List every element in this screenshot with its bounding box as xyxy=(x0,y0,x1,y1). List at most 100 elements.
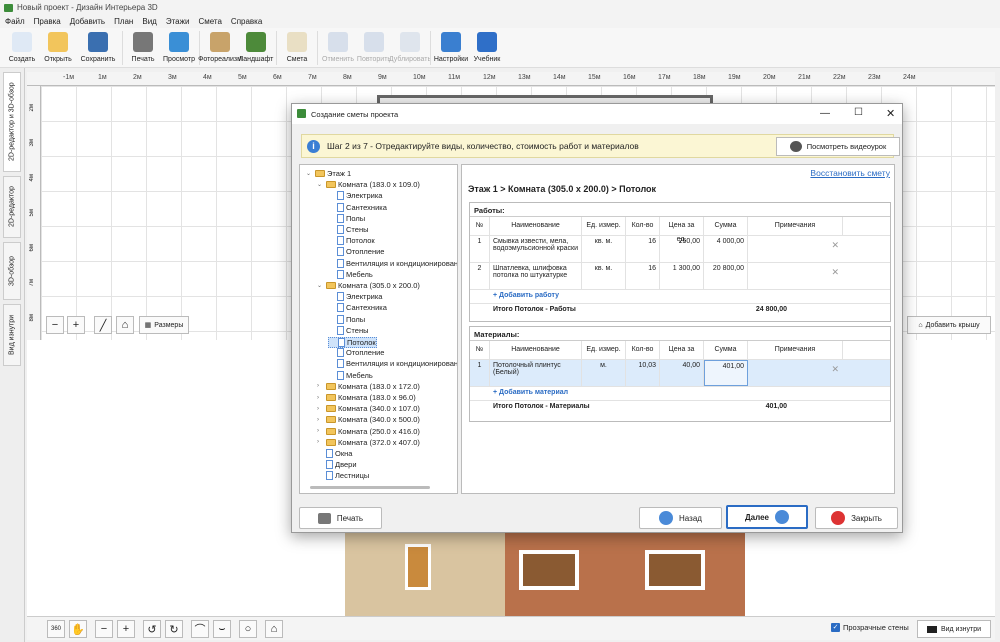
toolbar-button[interactable]: Сохранить xyxy=(76,28,120,66)
tree-node[interactable]: Отопление xyxy=(328,348,384,358)
tree-node[interactable]: Полы xyxy=(328,213,365,223)
toolbar-button[interactable]: Настройки xyxy=(433,28,469,66)
zoom-out-icon[interactable]: − xyxy=(46,316,64,334)
rotate-360-icon[interactable]: 360 xyxy=(47,620,65,638)
tilt-up-icon[interactable]: ⌒ xyxy=(191,620,209,638)
toolbar-button[interactable]: Повторить xyxy=(356,28,392,66)
cell-qty[interactable]: 10,03 xyxy=(626,360,660,386)
tree-node[interactable]: Электрика xyxy=(328,191,382,201)
cell-price[interactable]: 1 300,00 xyxy=(660,263,704,289)
rotate-left-icon[interactable]: ↺ xyxy=(143,620,161,638)
cell-name[interactable]: Смывка извести, мела, водоэмульсионной к… xyxy=(490,236,582,262)
menu-item[interactable]: Правка xyxy=(34,17,61,26)
toolbar-button[interactable]: Ландшафт xyxy=(238,28,274,66)
expand-icon[interactable]: › xyxy=(317,428,324,434)
toolbar-button[interactable]: Фотореализм xyxy=(198,28,242,66)
tree-node[interactable]: Потолок xyxy=(328,236,375,246)
home-3d-icon[interactable]: ⌂ xyxy=(265,620,283,638)
collapse-icon[interactable]: ⌄ xyxy=(317,181,324,188)
expand-icon[interactable]: › xyxy=(317,395,324,401)
checkbox-checked-icon[interactable]: ✓ xyxy=(831,623,840,632)
delete-row-icon[interactable]: ✕ xyxy=(831,364,839,375)
tree-node[interactable]: ⌄ Комната (183.0 x 109.0) xyxy=(317,180,420,189)
zoom-out-3d-icon[interactable]: − xyxy=(95,620,113,638)
tree-node[interactable]: Вентиляция и кондиционирование xyxy=(328,359,457,369)
menu-item[interactable]: Справка xyxy=(231,17,262,26)
tree-node[interactable]: Мебель xyxy=(328,269,373,279)
tree-node[interactable]: Отопление xyxy=(328,247,384,257)
delete-row-icon[interactable]: ✕ xyxy=(831,267,839,278)
cell-qty[interactable]: 16 xyxy=(626,236,660,262)
tree-node[interactable]: Стены xyxy=(328,225,368,234)
next-button[interactable]: Далее xyxy=(726,505,808,529)
ruler-tool-icon[interactable]: ╱ xyxy=(94,316,112,334)
close-button[interactable]: Закрыть xyxy=(815,507,898,529)
add-roof-button[interactable]: ⌂ Добавить крышу xyxy=(907,316,991,334)
tree-node[interactable]: Электрика xyxy=(328,292,382,302)
toolbar-button[interactable]: Дублировать xyxy=(389,28,431,66)
tree-node[interactable]: › Комната (340.0 x 500.0) xyxy=(317,415,420,424)
tree-node[interactable]: Потолок xyxy=(328,337,377,348)
menu-item[interactable]: Файл xyxy=(5,17,25,26)
tree-node[interactable]: Окна xyxy=(317,449,352,458)
tree-node[interactable]: › Комната (372.0 x 407.0) xyxy=(317,438,420,447)
hand-icon[interactable]: ✋ xyxy=(69,620,87,638)
menu-item[interactable]: Добавить xyxy=(70,17,105,26)
tree-scrollbar[interactable] xyxy=(310,486,430,489)
notes-cell[interactable]: ✕ xyxy=(748,263,843,289)
tree-node[interactable]: Сантехника xyxy=(328,202,387,212)
print-button[interactable]: Печать xyxy=(299,507,382,529)
tab-2d-3d[interactable]: 2D-редактор и 3D-обзор xyxy=(3,72,21,172)
notes-cell[interactable]: ✕ xyxy=(748,236,843,262)
cell-name[interactable]: Потолочный плинтус (Белый) xyxy=(490,360,582,386)
tree-node[interactable]: Стены xyxy=(328,325,368,335)
menu-item[interactable]: Смета xyxy=(198,17,221,26)
transparent-walls-toggle[interactable]: ✓ Прозрачные стены xyxy=(831,623,909,632)
tree-node[interactable]: › Комната (340.0 x 107.0) xyxy=(317,404,420,413)
cell-sum[interactable]: 401,00 xyxy=(704,360,748,386)
tab-inside-view[interactable]: Вид изнутри xyxy=(3,304,21,366)
tree-node[interactable]: ⌄ Комната (305.0 x 200.0) xyxy=(317,281,420,290)
watch-video-button[interactable]: Посмотреть видеоурок xyxy=(776,137,900,156)
tree-node[interactable]: Лестницы xyxy=(317,471,369,481)
tilt-down-icon[interactable]: ⌣ xyxy=(213,620,231,638)
restore-estimate-link[interactable]: Восстановить смету xyxy=(810,168,890,178)
zoom-in-3d-icon[interactable]: + xyxy=(117,620,135,638)
cell-qty[interactable]: 16 xyxy=(626,263,660,289)
table-row[interactable]: 1 Смывка извести, мела, водоэмульсионной … xyxy=(470,236,890,263)
notes-cell[interactable]: ✕ xyxy=(748,360,843,386)
cell-unit[interactable]: кв. м. xyxy=(582,263,626,289)
expand-icon[interactable]: › xyxy=(317,439,324,445)
tree-node[interactable]: › Комната (183.0 x 96.0) xyxy=(317,393,416,402)
tree-node[interactable]: Мебель xyxy=(328,370,373,380)
tree-node[interactable]: Полы xyxy=(328,314,365,324)
expand-icon[interactable]: › xyxy=(317,383,324,389)
inside-view-button[interactable]: Вид изнутри xyxy=(917,620,991,638)
cell-unit[interactable]: м. xyxy=(582,360,626,386)
home-icon[interactable]: ⌂ xyxy=(116,316,134,334)
table-row[interactable]: 2 Шпатлевка, шлифовка потолка по штукатур… xyxy=(470,263,890,290)
tab-3d-view[interactable]: 3D-обзор xyxy=(3,242,21,300)
toolbar-button[interactable]: Смета xyxy=(279,28,315,66)
cell-name[interactable]: Шпатлевка, шлифовка потолка по штукатурк… xyxy=(490,263,582,289)
toolbar-button[interactable]: Отменить xyxy=(320,28,356,66)
project-tree[interactable]: ⌄ Этаж 1 ⌄ Комната (183.0 x 109.0) Электрика… xyxy=(299,164,458,494)
add-material-link[interactable]: + Добавить материал xyxy=(490,387,571,400)
toolbar-button[interactable]: Просмотр xyxy=(161,28,197,66)
cell-sum[interactable]: 4 000,00 xyxy=(704,236,748,262)
toolbar-button[interactable]: Учебник xyxy=(469,28,505,66)
delete-row-icon[interactable]: ✕ xyxy=(831,240,839,251)
tree-node[interactable]: Двери xyxy=(317,460,357,470)
expand-icon[interactable]: › xyxy=(317,417,324,423)
cell-price[interactable]: 250,00 xyxy=(660,236,704,262)
close-icon[interactable]: ✕ xyxy=(886,107,895,120)
menu-item[interactable]: Этажи xyxy=(166,17,190,26)
back-button[interactable]: Назад xyxy=(639,507,722,529)
tree-node[interactable]: › Комната (183.0 x 172.0) xyxy=(317,382,420,391)
add-work-link[interactable]: + Добавить работу xyxy=(490,290,562,303)
sizes-button[interactable]: ▦ Размеры xyxy=(139,316,189,334)
rotate-right-icon[interactable]: ↻ xyxy=(165,620,183,638)
collapse-icon[interactable]: ⌄ xyxy=(306,170,313,177)
cell-unit[interactable]: кв. м. xyxy=(582,236,626,262)
tree-node[interactable]: Вентиляция и кондиционирование xyxy=(328,258,457,268)
